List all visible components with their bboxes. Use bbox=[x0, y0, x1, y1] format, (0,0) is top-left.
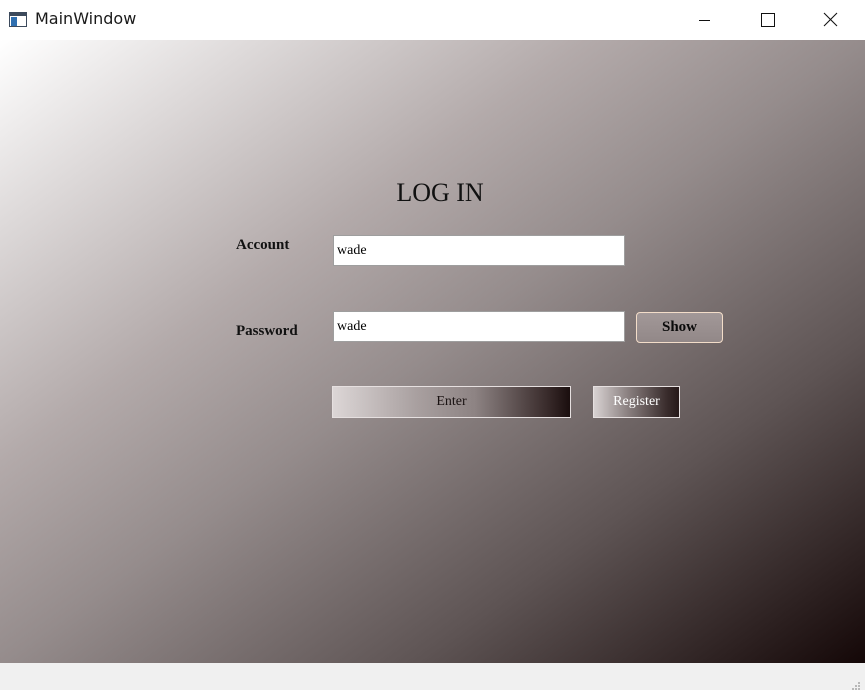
minimize-button[interactable] bbox=[681, 0, 727, 40]
show-password-button[interactable]: Show bbox=[636, 312, 723, 343]
account-label: Account bbox=[236, 237, 290, 253]
status-bar bbox=[0, 663, 865, 690]
password-input[interactable] bbox=[333, 311, 625, 342]
password-label: Password bbox=[236, 323, 298, 339]
size-grip-icon[interactable] bbox=[851, 676, 861, 690]
enter-button[interactable]: Enter bbox=[332, 386, 571, 418]
close-icon bbox=[823, 12, 838, 27]
login-heading: LOG IN bbox=[396, 178, 484, 207]
window-app-icon bbox=[9, 12, 27, 27]
window-title: MainWindow bbox=[35, 9, 137, 28]
close-button[interactable] bbox=[807, 0, 853, 40]
account-input[interactable] bbox=[333, 235, 625, 266]
login-panel: LOG IN Account Password Show Enter Regis… bbox=[0, 40, 865, 663]
register-button[interactable]: Register bbox=[593, 386, 680, 418]
maximize-icon bbox=[761, 13, 775, 27]
title-bar[interactable]: MainWindow bbox=[0, 0, 865, 40]
maximize-button[interactable] bbox=[745, 0, 791, 40]
minimize-icon bbox=[699, 20, 710, 21]
